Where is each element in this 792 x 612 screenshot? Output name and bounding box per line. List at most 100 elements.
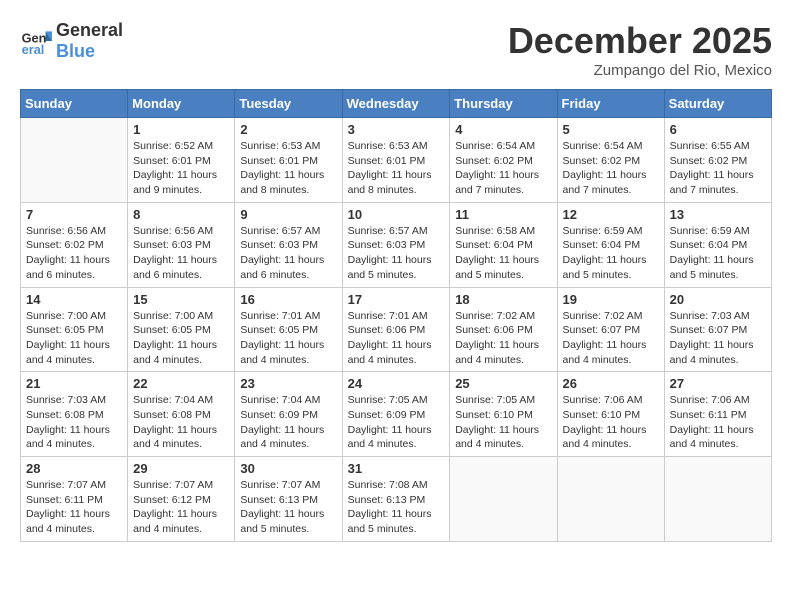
- day-info: Sunrise: 7:04 AM Sunset: 6:08 PM Dayligh…: [133, 393, 229, 452]
- calendar-cell: 20Sunrise: 7:03 AM Sunset: 6:07 PM Dayli…: [664, 287, 771, 372]
- day-info: Sunrise: 7:08 AM Sunset: 6:13 PM Dayligh…: [348, 478, 445, 537]
- day-number: 28: [26, 461, 122, 476]
- calendar-cell: 24 Sunrise: 7:05 AM Sunset: 6:09 PM Dayli…: [342, 372, 450, 457]
- calendar-cell: 21 Sunrise: 7:03 AM Sunset: 6:08 PM Dayli…: [21, 372, 128, 457]
- calendar-cell: 19 Sunrise: 7:02 AM Sunset: 6:07 PM Dayli…: [557, 287, 664, 372]
- day-info: Sunrise: 6:54 AM Sunset: 6:02 PM Dayligh…: [455, 139, 551, 198]
- day-number: 5: [563, 122, 659, 137]
- calendar-cell: 1 Sunrise: 6:52 AM Sunset: 6:01 PM Daylig…: [128, 118, 235, 203]
- day-info: Sunrise: 6:59 AM Sunset: 6:04 PM Dayligh…: [563, 224, 659, 283]
- day-info: Sunrise: 7:04 AM Sunset: 6:09 PM Dayligh…: [240, 393, 336, 452]
- calendar-cell: 27 Sunrise: 7:06 AM Sunset: 6:11 PM Dayli…: [664, 372, 771, 457]
- day-number: 29: [133, 461, 229, 476]
- week-row-2: 7 Sunrise: 6:56 AM Sunset: 6:02 PM Daylig…: [21, 202, 772, 287]
- week-row-5: 28 Sunrise: 7:07 AM Sunset: 6:11 PM Dayli…: [21, 457, 772, 542]
- weekday-header-row: SundayMondayTuesdayWednesdayThursdayFrid…: [21, 90, 772, 118]
- calendar-cell: 15Sunrise: 7:00 AM Sunset: 6:05 PM Dayli…: [128, 287, 235, 372]
- day-info: Sunrise: 7:03 AM Sunset: 6:08 PM Dayligh…: [26, 393, 122, 452]
- day-info: Sunrise: 6:52 AM Sunset: 6:01 PM Dayligh…: [133, 139, 229, 198]
- logo: Gen eral General Blue: [20, 20, 123, 62]
- calendar-cell: 12 Sunrise: 6:59 AM Sunset: 6:04 PM Dayli…: [557, 202, 664, 287]
- day-number: 4: [455, 122, 551, 137]
- day-info: Sunrise: 6:56 AM Sunset: 6:02 PM Dayligh…: [26, 224, 122, 283]
- calendar-cell: 28 Sunrise: 7:07 AM Sunset: 6:11 PM Dayli…: [21, 457, 128, 542]
- day-info: Sunrise: 7:05 AM Sunset: 6:10 PM Dayligh…: [455, 393, 551, 452]
- weekday-header-friday: Friday: [557, 90, 664, 118]
- day-number: 24: [348, 376, 445, 391]
- calendar-cell: 13Sunrise: 6:59 AM Sunset: 6:04 PM Dayli…: [664, 202, 771, 287]
- day-number: 16: [240, 292, 336, 307]
- day-info: Sunrise: 6:59 AM Sunset: 6:04 PM Dayligh…: [670, 224, 766, 283]
- day-number: 20: [670, 292, 766, 307]
- day-info: Sunrise: 6:53 AM Sunset: 6:01 PM Dayligh…: [348, 139, 445, 198]
- day-number: 23: [240, 376, 336, 391]
- day-number: 14: [26, 292, 122, 307]
- calendar-cell: 16 Sunrise: 7:01 AM Sunset: 6:05 PM Dayli…: [235, 287, 342, 372]
- day-number: 25: [455, 376, 551, 391]
- day-info: Sunrise: 6:55 AM Sunset: 6:02 PM Dayligh…: [670, 139, 766, 198]
- calendar-cell: 5 Sunrise: 6:54 AM Sunset: 6:02 PM Daylig…: [557, 118, 664, 203]
- logo-text-line2: Blue: [56, 41, 123, 62]
- calendar-cell: 2Sunrise: 6:53 AM Sunset: 6:01 PM Daylig…: [235, 118, 342, 203]
- day-number: 22: [133, 376, 229, 391]
- day-info: Sunrise: 7:01 AM Sunset: 6:05 PM Dayligh…: [240, 309, 336, 368]
- day-number: 1: [133, 122, 229, 137]
- logo-text-line1: General: [56, 20, 123, 41]
- calendar-cell: [21, 118, 128, 203]
- day-number: 8: [133, 207, 229, 222]
- day-info: Sunrise: 6:54 AM Sunset: 6:02 PM Dayligh…: [563, 139, 659, 198]
- calendar-cell: 7 Sunrise: 6:56 AM Sunset: 6:02 PM Daylig…: [21, 202, 128, 287]
- page-header: Gen eral General Blue December 2025 Zump…: [20, 20, 772, 79]
- week-row-1: 1 Sunrise: 6:52 AM Sunset: 6:01 PM Daylig…: [21, 118, 772, 203]
- calendar-cell: 18 Sunrise: 7:02 AM Sunset: 6:06 PM Dayli…: [450, 287, 557, 372]
- day-number: 12: [563, 207, 659, 222]
- day-number: 17: [348, 292, 445, 307]
- calendar-cell: 17 Sunrise: 7:01 AM Sunset: 6:06 PM Dayli…: [342, 287, 450, 372]
- day-number: 7: [26, 207, 122, 222]
- day-number: 10: [348, 207, 445, 222]
- logo-icon: Gen eral: [20, 25, 52, 57]
- calendar-cell: 14 Sunrise: 7:00 AM Sunset: 6:05 PM Dayli…: [21, 287, 128, 372]
- day-info: Sunrise: 6:57 AM Sunset: 6:03 PM Dayligh…: [348, 224, 445, 283]
- calendar-cell: [664, 457, 771, 542]
- day-info: Sunrise: 7:00 AM Sunset: 6:05 PM Dayligh…: [26, 309, 122, 368]
- calendar-cell: 30 Sunrise: 7:07 AM Sunset: 6:13 PM Dayli…: [235, 457, 342, 542]
- weekday-header-tuesday: Tuesday: [235, 90, 342, 118]
- day-info: Sunrise: 7:01 AM Sunset: 6:06 PM Dayligh…: [348, 309, 445, 368]
- title-block: December 2025 Zumpango del Rio, Mexico: [508, 20, 772, 79]
- calendar-table: SundayMondayTuesdayWednesdayThursdayFrid…: [20, 89, 772, 542]
- calendar-cell: 11Sunrise: 6:58 AM Sunset: 6:04 PM Dayli…: [450, 202, 557, 287]
- day-info: Sunrise: 6:53 AM Sunset: 6:01 PM Dayligh…: [240, 139, 336, 198]
- calendar-cell: [557, 457, 664, 542]
- calendar-cell: 3Sunrise: 6:53 AM Sunset: 6:01 PM Daylig…: [342, 118, 450, 203]
- calendar-cell: 22 Sunrise: 7:04 AM Sunset: 6:08 PM Dayli…: [128, 372, 235, 457]
- day-number: 30: [240, 461, 336, 476]
- calendar-cell: 4 Sunrise: 6:54 AM Sunset: 6:02 PM Daylig…: [450, 118, 557, 203]
- day-number: 18: [455, 292, 551, 307]
- month-title: December 2025: [508, 20, 772, 62]
- day-info: Sunrise: 7:02 AM Sunset: 6:06 PM Dayligh…: [455, 309, 551, 368]
- day-number: 27: [670, 376, 766, 391]
- day-info: Sunrise: 6:57 AM Sunset: 6:03 PM Dayligh…: [240, 224, 336, 283]
- day-number: 21: [26, 376, 122, 391]
- day-number: 6: [670, 122, 766, 137]
- weekday-header-sunday: Sunday: [21, 90, 128, 118]
- day-number: 19: [563, 292, 659, 307]
- day-info: Sunrise: 7:06 AM Sunset: 6:11 PM Dayligh…: [670, 393, 766, 452]
- week-row-4: 21 Sunrise: 7:03 AM Sunset: 6:08 PM Dayli…: [21, 372, 772, 457]
- day-info: Sunrise: 7:06 AM Sunset: 6:10 PM Dayligh…: [563, 393, 659, 452]
- location: Zumpango del Rio, Mexico: [508, 62, 772, 79]
- weekday-header-wednesday: Wednesday: [342, 90, 450, 118]
- day-info: Sunrise: 7:02 AM Sunset: 6:07 PM Dayligh…: [563, 309, 659, 368]
- day-info: Sunrise: 7:07 AM Sunset: 6:11 PM Dayligh…: [26, 478, 122, 537]
- day-info: Sunrise: 7:07 AM Sunset: 6:13 PM Dayligh…: [240, 478, 336, 537]
- day-number: 9: [240, 207, 336, 222]
- weekday-header-saturday: Saturday: [664, 90, 771, 118]
- calendar-cell: 10 Sunrise: 6:57 AM Sunset: 6:03 PM Dayli…: [342, 202, 450, 287]
- calendar-cell: 25 Sunrise: 7:05 AM Sunset: 6:10 PM Dayli…: [450, 372, 557, 457]
- calendar-cell: 8Sunrise: 6:56 AM Sunset: 6:03 PM Daylig…: [128, 202, 235, 287]
- day-info: Sunrise: 7:05 AM Sunset: 6:09 PM Dayligh…: [348, 393, 445, 452]
- day-number: 31: [348, 461, 445, 476]
- day-number: 11: [455, 207, 551, 222]
- calendar-cell: [450, 457, 557, 542]
